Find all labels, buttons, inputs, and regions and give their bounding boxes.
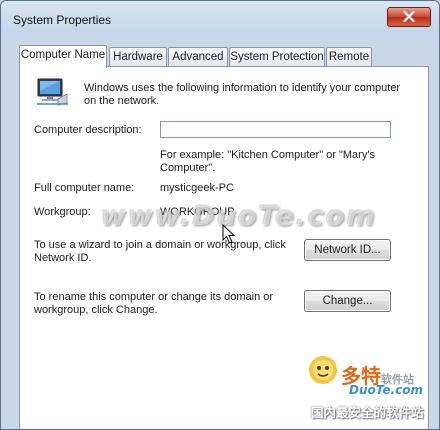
- network-id-description: To use a wizard to join a domain or work…: [34, 239, 286, 264]
- computer-name-panel: Windows uses the following information t…: [19, 66, 429, 429]
- full-computer-name-label: Full computer name:: [34, 182, 135, 194]
- tab-hardware[interactable]: Hardware: [109, 47, 167, 66]
- close-button[interactable]: [387, 7, 431, 27]
- workgroup-label: Workgroup:: [34, 206, 91, 218]
- computer-description-input[interactable]: [160, 121, 391, 138]
- full-computer-name-value: mysticgeek-PC: [160, 182, 234, 194]
- tab-advanced[interactable]: Advanced: [168, 47, 228, 66]
- tab-computer-name[interactable]: Computer Name: [19, 45, 107, 68]
- change-description: To rename this computer or change its do…: [34, 291, 274, 316]
- tab-system-protection[interactable]: System Protection: [229, 47, 325, 66]
- change-button[interactable]: Change...: [304, 290, 391, 312]
- mouse-pointer-icon: [222, 224, 236, 244]
- title-bar[interactable]: System Properties: [1, 1, 439, 41]
- system-properties-window: System Properties Computer Name Hardware…: [0, 0, 440, 430]
- close-icon: [403, 11, 415, 22]
- intro-text: Windows uses the following information t…: [84, 82, 401, 107]
- window-title: System Properties: [13, 13, 112, 27]
- network-id-button[interactable]: Network ID...: [304, 239, 391, 261]
- tab-remote[interactable]: Remote: [326, 47, 372, 66]
- workgroup-value: WORKGROUP: [160, 206, 235, 218]
- computer-description-label: Computer description:: [34, 124, 142, 136]
- description-example-text: For example: "Kitchen Computer" or "Mary…: [160, 149, 375, 174]
- network-computer-icon: [34, 77, 70, 107]
